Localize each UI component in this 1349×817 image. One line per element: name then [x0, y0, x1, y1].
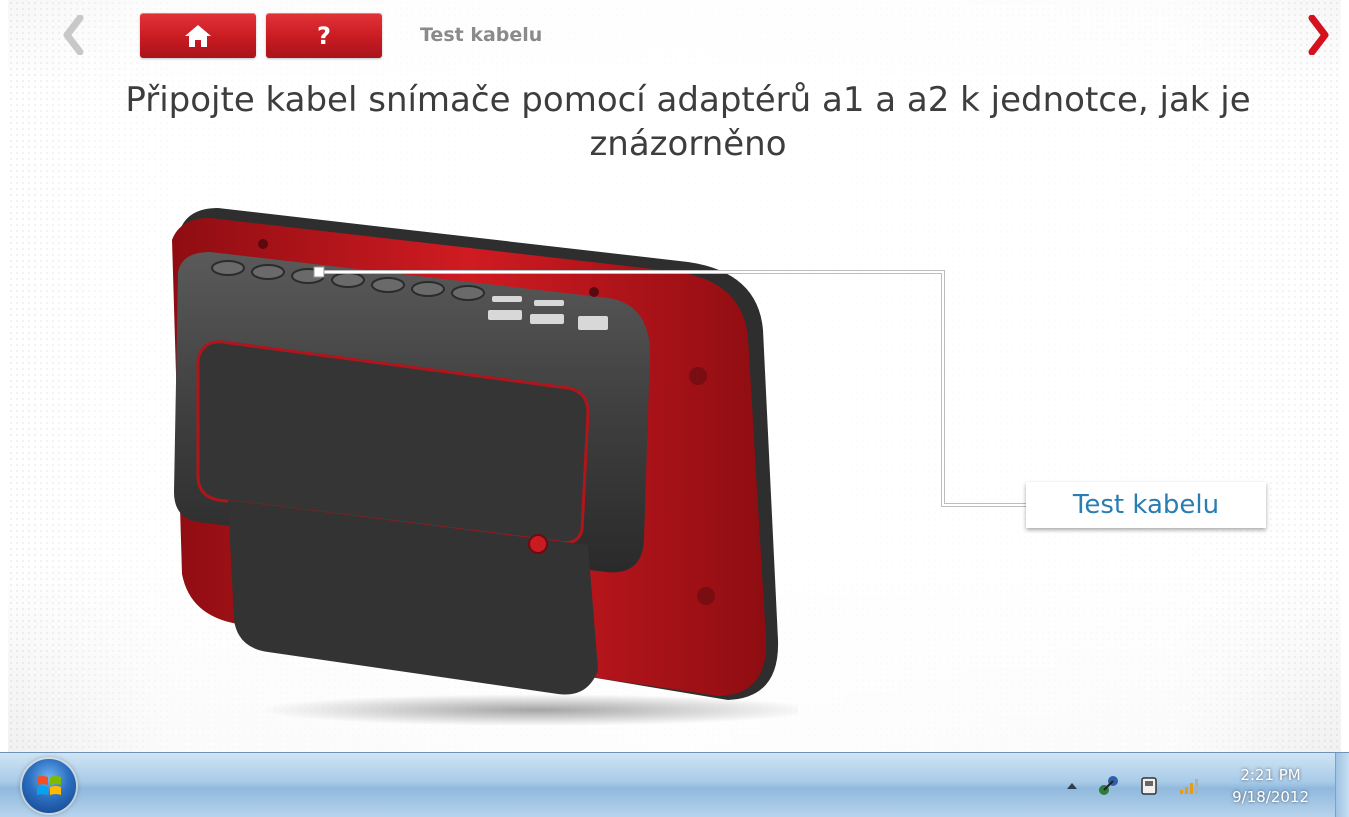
signal-icon[interactable]	[1178, 776, 1200, 796]
windows-start-orb	[37, 776, 61, 795]
help-label: ?	[317, 21, 331, 50]
device-icon[interactable]	[1138, 775, 1160, 797]
back-arrow-button[interactable]	[58, 12, 88, 58]
page-title: Test kabelu	[420, 24, 543, 46]
system-tray: 2:21 PM 9/18/2012	[1066, 753, 1309, 817]
instruction-text: Připojte kabel snímače pomocí adaptérů a…	[125, 80, 1251, 164]
callout-label: Test kabelu	[1072, 490, 1220, 520]
home-icon	[185, 24, 211, 47]
help-button[interactable]: ?	[266, 13, 382, 58]
next-arrow-button[interactable]	[1304, 12, 1334, 58]
device-image	[172, 208, 818, 726]
show-hidden-icons-arrow[interactable]	[1066, 781, 1078, 791]
callout-label-box[interactable]: Test kabelu	[1026, 482, 1266, 528]
home-button[interactable]	[140, 13, 256, 58]
chevron-right-icon	[1308, 15, 1329, 55]
network-usb-icon[interactable]	[1096, 774, 1120, 798]
clock-date: 9/18/2012	[1232, 787, 1309, 806]
clock-time: 2:21 PM	[1240, 765, 1301, 784]
start-button[interactable]	[22, 759, 76, 813]
device-illustration	[158, 200, 818, 730]
show-desktop-button[interactable]	[1335, 753, 1349, 817]
app-window: ? Test kabelu Připojte kabel snímače pom…	[0, 0, 1349, 752]
taskbar: 2:21 PM 9/18/2012	[0, 752, 1349, 817]
clock[interactable]: 2:21 PM 9/18/2012	[1232, 764, 1309, 808]
chevron-left-icon	[63, 15, 84, 55]
